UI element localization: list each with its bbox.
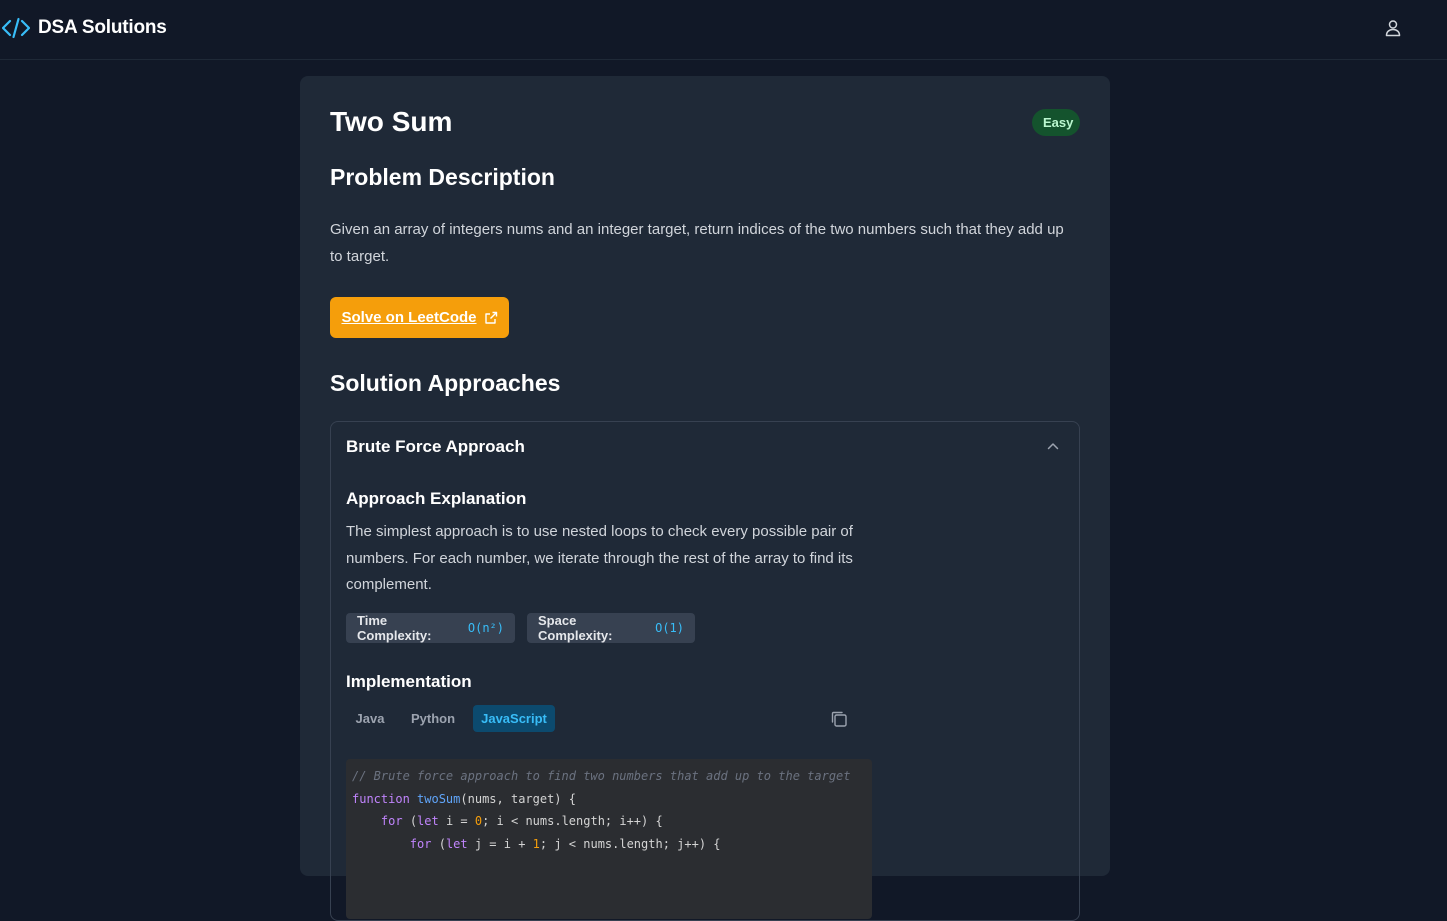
- space-complexity-value: O(1): [655, 621, 684, 635]
- difficulty-badge: Easy: [1032, 109, 1080, 136]
- code-line: // Brute force approach to find two numb…: [352, 769, 851, 783]
- user-icon: [1385, 20, 1401, 37]
- explanation-heading: Approach Explanation: [346, 489, 527, 508]
- copy-icon[interactable]: [829, 709, 849, 729]
- implementation-heading: Implementation: [346, 672, 472, 691]
- time-complexity-badge: Time Complexity: O(n²): [346, 613, 515, 643]
- time-complexity-value: O(n²): [467, 621, 504, 635]
- approach-toggle[interactable]: Brute Force Approach: [331, 422, 1079, 474]
- solve-on-leetcode-button[interactable]: Solve on LeetCode: [330, 297, 509, 338]
- space-complexity-label: Space Complexity:: [538, 613, 613, 643]
- approach-panel: Brute Force Approach Approach Explanatio…: [330, 421, 1080, 921]
- code-brackets-icon: [2, 17, 30, 39]
- approach-title: Brute Force Approach: [346, 437, 525, 456]
- description-heading: Problem Description: [330, 164, 555, 190]
- code-line: function twoSum(nums, target) {: [352, 791, 576, 806]
- tab-python[interactable]: Python: [402, 705, 464, 732]
- chevron-up-icon: [1047, 443, 1059, 450]
- brand[interactable]: DSA Solutions: [2, 16, 167, 40]
- problem-description: Given an array of integers nums and an i…: [330, 221, 1064, 265]
- problem-card: Two Sum Easy Problem Description Given a…: [300, 76, 1110, 921]
- top-nav: DSA Solutions: [0, 0, 1447, 60]
- code-line: for (let j = i + 1; j < nums.length; j++…: [409, 836, 721, 851]
- problem-title: Two Sum: [330, 106, 453, 137]
- leetcode-button-label: Solve on LeetCode: [341, 309, 477, 326]
- code-line: for (let i = 0; i < nums.length; i++) {: [380, 814, 663, 828]
- tab-java[interactable]: Java: [347, 705, 393, 732]
- space-complexity-badge: Space Complexity: O(1): [527, 613, 695, 643]
- tab-javascript[interactable]: JavaScript: [473, 705, 555, 732]
- time-complexity-label: Time Complexity:: [357, 613, 432, 643]
- user-button[interactable]: [1383, 18, 1403, 38]
- brand-name: DSA Solutions: [38, 17, 167, 38]
- approach-explanation: The simplest approach is to use nested l…: [346, 523, 853, 593]
- external-link-icon: [484, 311, 497, 324]
- code-block[interactable]: // Brute force approach to find two numb…: [346, 759, 872, 919]
- solutions-heading: Solution Approaches: [330, 370, 561, 396]
